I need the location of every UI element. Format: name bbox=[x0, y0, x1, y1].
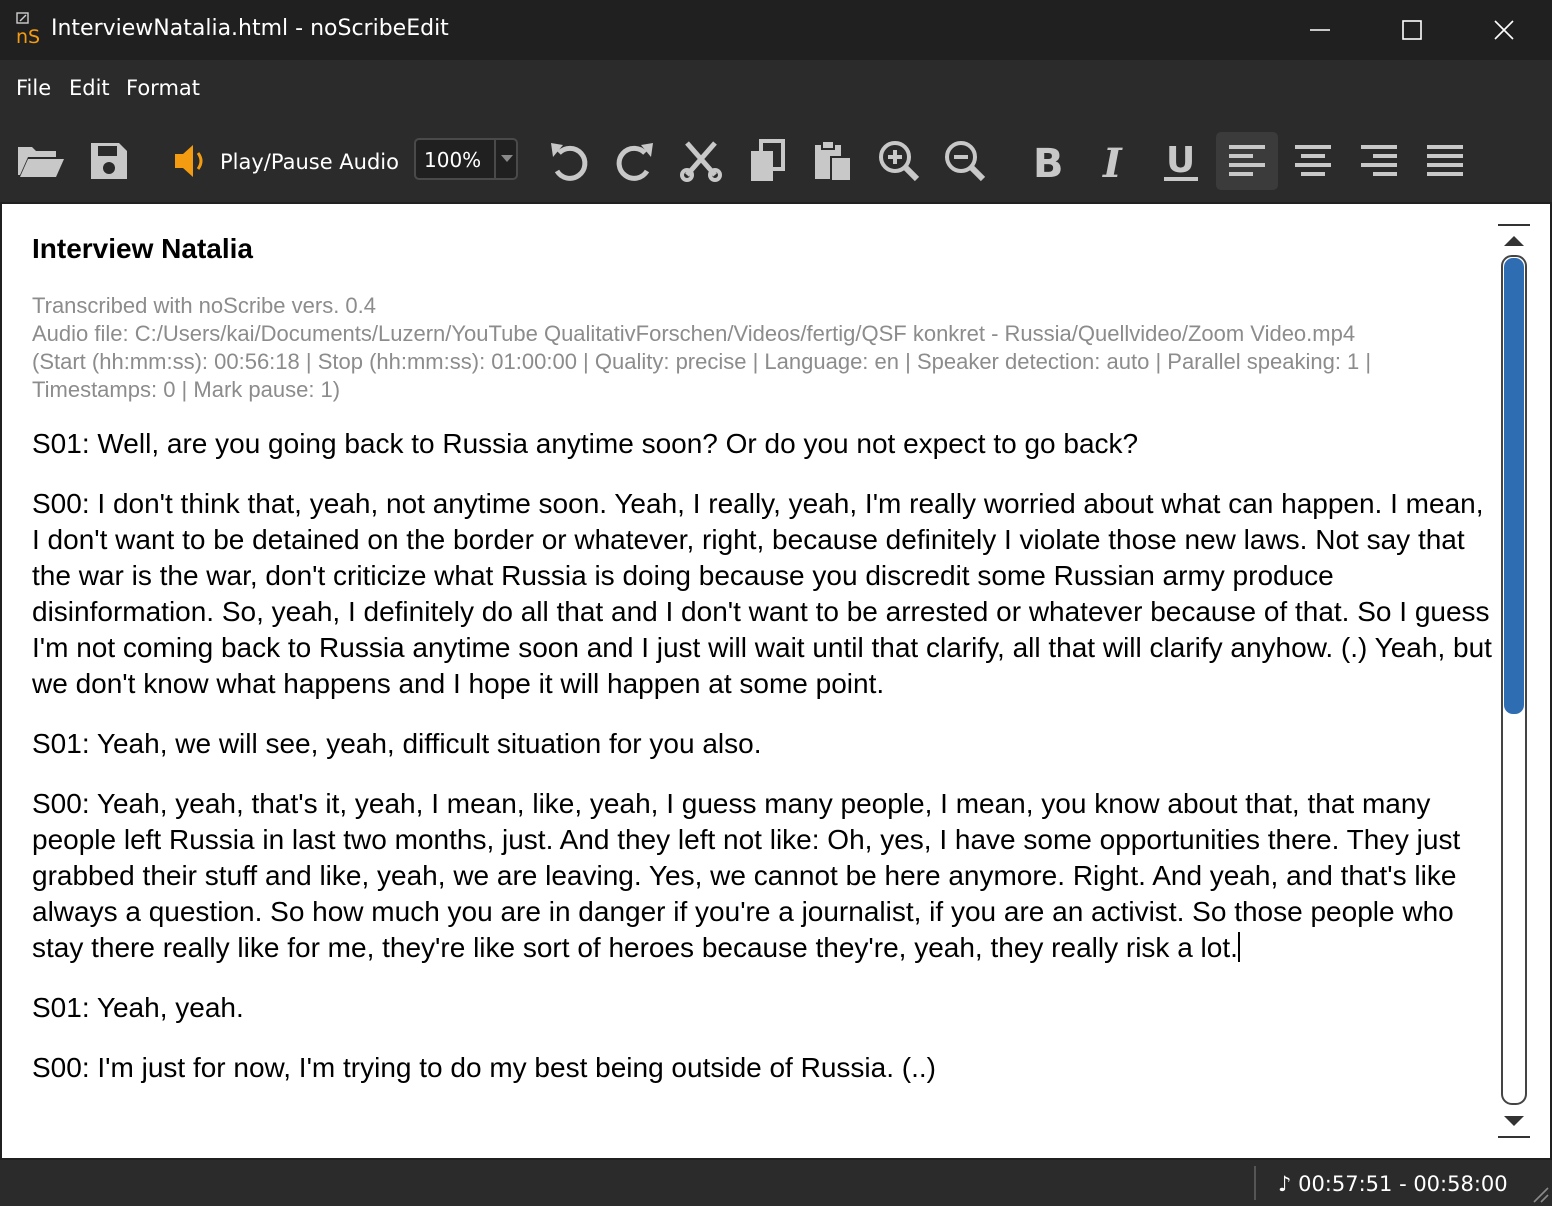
play-pause-audio-button[interactable] bbox=[160, 132, 222, 190]
italic-icon: I bbox=[1102, 140, 1123, 183]
transcript-paragraph: S00: Yeah, yeah, that's it, yeah, I mean… bbox=[32, 786, 1492, 966]
meta-version: Transcribed with noScribe vers. 0.4 bbox=[32, 293, 376, 318]
transcript-paragraph: S00: I don't think that, yeah, not anyti… bbox=[32, 488, 1492, 699]
document-title: Interview Natalia bbox=[32, 233, 253, 264]
scroll-down-icon[interactable] bbox=[1504, 1116, 1524, 1126]
resize-grip-icon[interactable] bbox=[1530, 1184, 1550, 1204]
italic-button[interactable]: I bbox=[1084, 132, 1146, 190]
align-left-button[interactable] bbox=[1216, 132, 1278, 190]
align-right-button[interactable] bbox=[1348, 132, 1410, 190]
paragraph-text: S00: Yeah, yeah, that's it, yeah, I mean… bbox=[32, 788, 1461, 963]
justify-button[interactable] bbox=[1414, 132, 1476, 190]
app-logo-icon: nS bbox=[14, 12, 48, 48]
editor-area[interactable]: Interview Natalia Transcribed with noScr… bbox=[2, 204, 1550, 1158]
underline-icon: U bbox=[1164, 140, 1198, 181]
bold-icon: B bbox=[1033, 141, 1064, 183]
copy-icon bbox=[751, 139, 785, 181]
redo-button[interactable] bbox=[604, 132, 666, 190]
zoom-out-button[interactable] bbox=[934, 132, 996, 190]
redo-icon bbox=[616, 143, 653, 181]
scroll-up-icon[interactable] bbox=[1504, 236, 1524, 246]
menu-format[interactable]: Format bbox=[126, 76, 200, 100]
zoom-in-icon bbox=[879, 141, 920, 182]
minimize-icon bbox=[1310, 29, 1330, 31]
chevron-down-icon bbox=[501, 155, 513, 162]
status-separator bbox=[1254, 1166, 1256, 1200]
bold-button[interactable]: B bbox=[1018, 132, 1080, 190]
align-left-icon bbox=[1229, 145, 1265, 176]
folder-open-icon bbox=[18, 147, 64, 177]
svg-text:nS: nS bbox=[16, 26, 40, 46]
close-icon bbox=[1494, 20, 1514, 40]
zoom-in-button[interactable] bbox=[868, 132, 930, 190]
underline-button[interactable]: U bbox=[1150, 132, 1212, 190]
window-title: InterviewNatalia.html - noScribeEdit bbox=[51, 16, 449, 41]
align-center-icon bbox=[1295, 145, 1331, 176]
transcript-paragraph: S01: Yeah, we will see, yeah, difficult … bbox=[32, 728, 762, 759]
vertical-scrollbar[interactable] bbox=[1498, 224, 1530, 1138]
meta-audio-file: Audio file: C:/Users/kai/Documents/Luzer… bbox=[32, 321, 1356, 346]
transcript-paragraph: S01: Well, are you going back to Russia … bbox=[32, 428, 1139, 459]
paste-button[interactable] bbox=[802, 132, 864, 190]
zoom-dropdown-button[interactable] bbox=[494, 140, 518, 178]
scroll-thumb[interactable] bbox=[1504, 258, 1524, 714]
maximize-button[interactable] bbox=[1366, 0, 1458, 60]
paste-icon bbox=[815, 140, 852, 182]
justify-icon bbox=[1427, 145, 1463, 176]
open-button[interactable] bbox=[10, 132, 72, 190]
transcript-paragraph: S01: Yeah, yeah. bbox=[32, 992, 244, 1023]
zoom-out-icon bbox=[945, 141, 986, 182]
speaker-icon bbox=[175, 145, 203, 177]
play-pause-audio-label[interactable]: Play/Pause Audio bbox=[220, 150, 399, 174]
undo-button[interactable] bbox=[538, 132, 600, 190]
audio-time-range: ♪ 00:57:51 - 00:58:00 bbox=[1278, 1172, 1508, 1196]
svg-text:U: U bbox=[1166, 140, 1195, 181]
close-button[interactable] bbox=[1458, 0, 1550, 60]
text-cursor bbox=[1237, 932, 1240, 962]
save-icon bbox=[91, 143, 127, 179]
minimize-button[interactable] bbox=[1274, 0, 1366, 60]
cut-button[interactable] bbox=[670, 132, 732, 190]
meta-settings: (Start (hh:mm:ss): 00:56:18 | Stop (hh:m… bbox=[32, 349, 1372, 402]
align-center-button[interactable] bbox=[1282, 132, 1344, 190]
zoom-value[interactable]: 100% bbox=[424, 148, 481, 172]
align-right-icon bbox=[1361, 145, 1397, 176]
maximize-icon bbox=[1402, 20, 1422, 40]
transcription-metadata: Transcribed with noScribe vers. 0.4 Audi… bbox=[32, 292, 1492, 404]
transcript-paragraph: S00: I'm just for now, I'm trying to do … bbox=[32, 1052, 936, 1083]
menu-edit[interactable]: Edit bbox=[69, 76, 110, 100]
save-button[interactable] bbox=[78, 132, 140, 190]
undo-icon bbox=[551, 143, 588, 181]
menu-file[interactable]: File bbox=[16, 76, 51, 100]
document-content[interactable]: Interview Natalia Transcribed with noScr… bbox=[32, 232, 1492, 1110]
cut-icon bbox=[680, 141, 722, 182]
copy-button[interactable] bbox=[736, 132, 798, 190]
svg-text:B: B bbox=[1033, 141, 1064, 183]
svg-text:I: I bbox=[1102, 140, 1123, 183]
menu-bar bbox=[0, 60, 1552, 120]
